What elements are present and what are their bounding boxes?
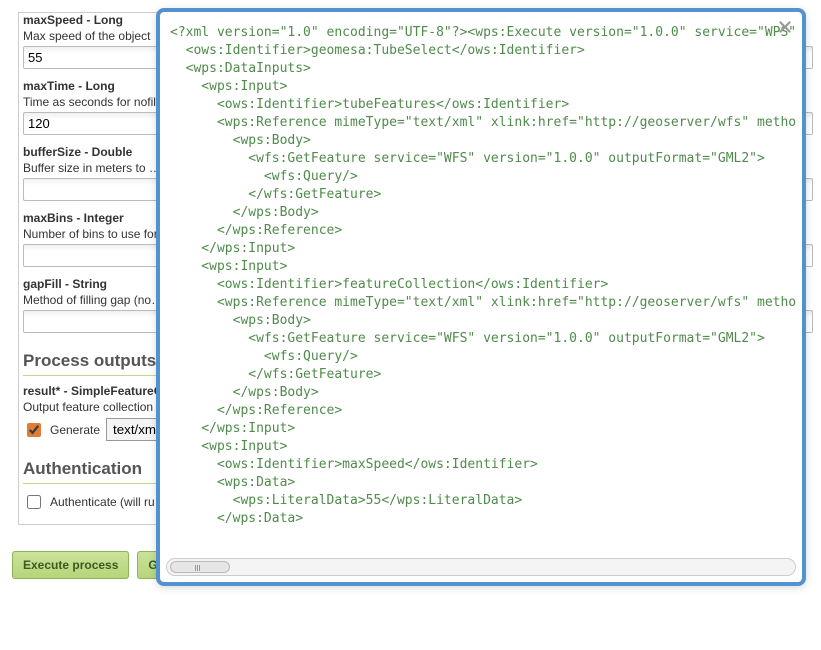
close-icon[interactable] (774, 16, 796, 38)
scrollbar-thumb[interactable] (170, 561, 230, 573)
auth-label: Authenticate (will ru… (50, 495, 167, 509)
generate-checkbox[interactable] (27, 423, 41, 437)
close-icon-svg (776, 18, 794, 36)
generate-label: Generate (50, 423, 100, 437)
xml-modal: <?xml version="1.0" encoding="UTF-8"?><w… (156, 8, 806, 586)
auth-checkbox[interactable] (27, 495, 41, 509)
horizontal-scrollbar[interactable] (166, 558, 796, 576)
xml-content[interactable]: <?xml version="1.0" encoding="UTF-8"?><w… (166, 18, 796, 552)
execute-process-button[interactable]: Execute process (12, 551, 129, 579)
